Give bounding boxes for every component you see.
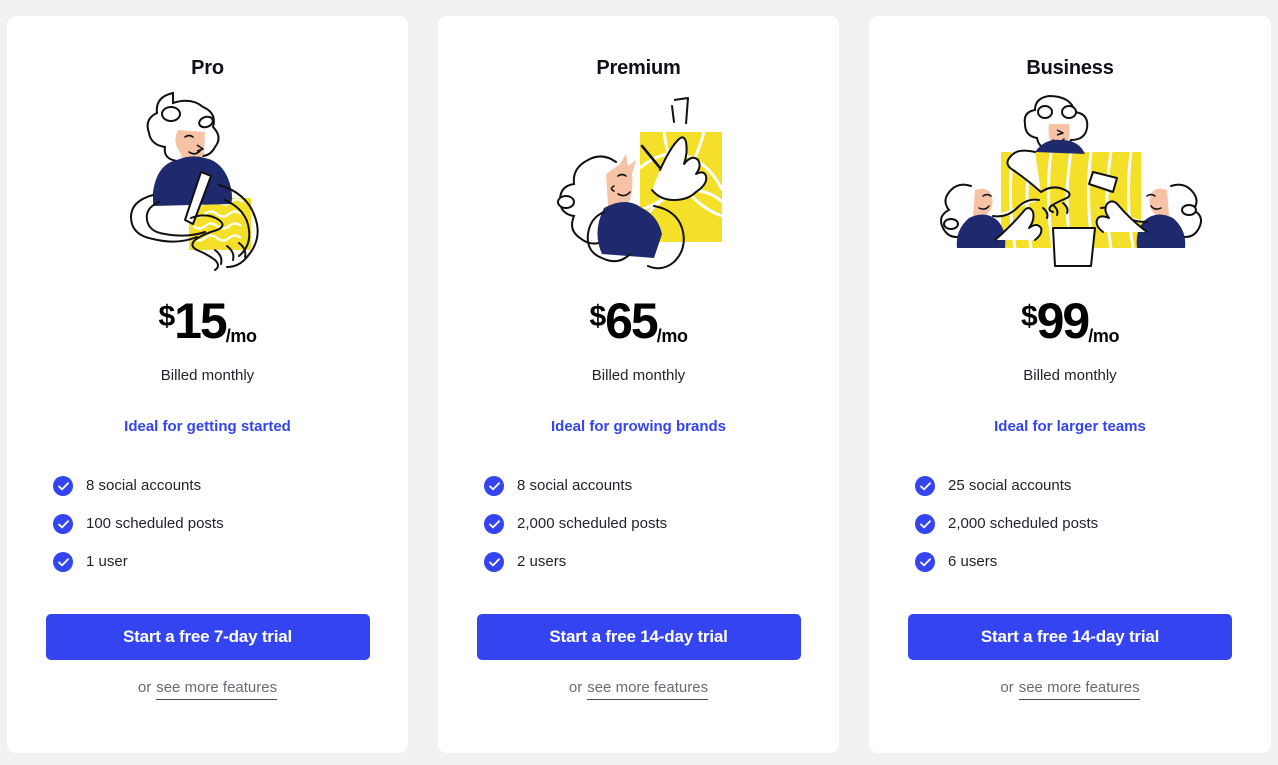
billing-note-pro: Billed monthly	[160, 367, 255, 384]
feature-label: 2,000 scheduled posts	[948, 515, 1099, 532]
price-amount: 15	[174, 293, 228, 349]
see-more-row-pro: or see more features	[137, 678, 278, 700]
feature-label: 8 social accounts	[517, 477, 633, 494]
price-currency: $	[589, 300, 606, 333]
see-more-prefix: or	[137, 679, 152, 696]
feature-label: 2,000 scheduled posts	[517, 515, 668, 532]
see-more-prefix: or	[568, 679, 583, 696]
list-item: 8 social accounts	[53, 476, 408, 496]
list-item: 6 users	[915, 552, 1271, 572]
check-icon	[53, 514, 73, 534]
start-trial-button-business[interactable]: Start a free 14-day trial	[908, 614, 1232, 660]
feature-label: 25 social accounts	[948, 477, 1072, 494]
list-item: 2,000 scheduled posts	[484, 514, 839, 534]
see-more-row-premium: or see more features	[568, 678, 709, 700]
price-period: /mo	[656, 326, 688, 346]
plan-card-pro[interactable]: Pro $ 15 /mo Billed monthly Ideal for ge…	[7, 16, 408, 753]
check-icon	[915, 514, 935, 534]
list-item: 8 social accounts	[484, 476, 839, 496]
check-icon	[484, 552, 504, 572]
price-period: /mo	[225, 326, 257, 346]
plan-tagline-business: Ideal for larger teams	[994, 418, 1146, 435]
check-icon	[915, 552, 935, 572]
pricing-plans-container: Pro $ 15 /mo Billed monthly Ideal for ge…	[0, 0, 1278, 765]
plan-card-premium[interactable]: Premium $ 65 /mo Billed monthly Ideal fo…	[438, 16, 839, 753]
start-trial-button-premium[interactable]: Start a free 14-day trial	[476, 614, 801, 660]
see-more-features-link-business[interactable]: see more features	[1018, 678, 1140, 700]
billing-note-business: Billed monthly	[1023, 367, 1117, 384]
plan-tagline-pro: Ideal for getting started	[124, 418, 291, 435]
feature-label: 2 users	[517, 553, 567, 570]
see-more-features-link-premium[interactable]: see more features	[587, 678, 709, 700]
check-icon	[484, 514, 504, 534]
see-more-prefix: or	[1000, 679, 1014, 696]
plan-title-pro: Pro	[191, 57, 224, 79]
price-currency: $	[158, 300, 175, 333]
feature-list-premium: 8 social accounts 2,000 scheduled posts …	[438, 476, 839, 572]
plan-title-business: Business	[1026, 57, 1114, 79]
plan-card-business[interactable]: Business $ 99 /mo Billed monthly Ideal f…	[869, 16, 1271, 753]
plan-tagline-premium: Ideal for growing brands	[550, 418, 726, 435]
team-collaborating-illustration	[869, 90, 1271, 280]
price-amount: 65	[605, 293, 659, 349]
list-item: 100 scheduled posts	[53, 514, 408, 534]
price-premium: $ 65 /mo	[589, 293, 688, 350]
see-more-row-business: or see more features	[1000, 678, 1140, 700]
check-icon	[484, 476, 504, 496]
check-icon	[53, 476, 73, 496]
billing-note-premium: Billed monthly	[591, 367, 686, 384]
feature-list-pro: 8 social accounts 100 scheduled posts 1 …	[7, 476, 408, 572]
person-presenting-board-illustration	[438, 90, 839, 280]
list-item: 25 social accounts	[915, 476, 1271, 496]
check-icon	[915, 476, 935, 496]
price-currency: $	[1020, 300, 1038, 333]
see-more-features-link-pro[interactable]: see more features	[156, 678, 278, 700]
feature-label: 100 scheduled posts	[86, 515, 224, 532]
feature-label: 1 user	[86, 553, 128, 570]
feature-label: 8 social accounts	[86, 477, 202, 494]
feature-label: 6 users	[948, 553, 998, 570]
price-pro: $ 15 /mo	[158, 293, 257, 350]
price-period: /mo	[1088, 326, 1120, 346]
price-amount: 99	[1036, 293, 1091, 349]
list-item: 2,000 scheduled posts	[915, 514, 1271, 534]
plan-title-premium: Premium	[596, 57, 681, 79]
start-trial-button-pro[interactable]: Start a free 7-day trial	[45, 614, 370, 660]
list-item: 1 user	[53, 552, 408, 572]
person-drawing-illustration	[7, 90, 408, 280]
feature-list-business: 25 social accounts 2,000 scheduled posts…	[869, 476, 1271, 572]
check-icon	[53, 552, 73, 572]
list-item: 2 users	[484, 552, 839, 572]
price-business: $ 99 /mo	[1020, 293, 1120, 350]
